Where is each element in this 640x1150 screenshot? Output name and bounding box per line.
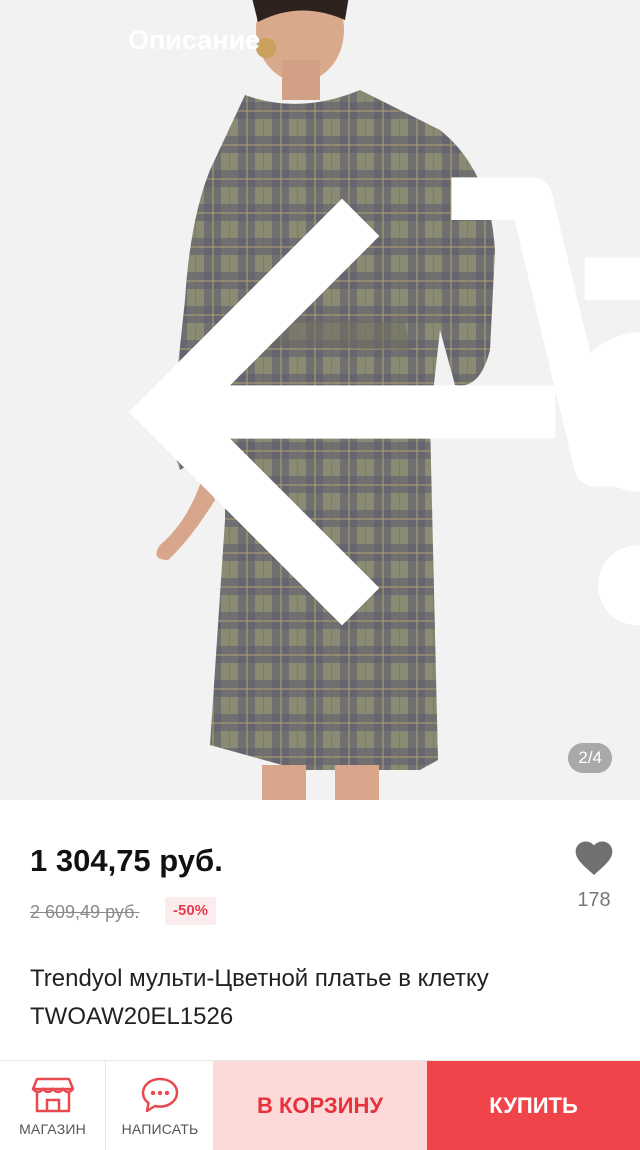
add-to-cart-button[interactable]: В КОРЗИНУ bbox=[213, 1061, 427, 1150]
product-image[interactable]: Описание 2/4 bbox=[0, 0, 640, 800]
store-label: МАГАЗИН bbox=[19, 1121, 86, 1137]
favorite-button[interactable] bbox=[572, 836, 616, 880]
top-app-bar: Описание bbox=[0, 0, 640, 626]
message-button[interactable]: НАПИСАТЬ bbox=[107, 1061, 213, 1150]
favorites-count: 178 bbox=[577, 889, 611, 911]
store-button[interactable]: МАГАЗИН bbox=[0, 1061, 106, 1150]
current-price: 1 304,75 руб. bbox=[30, 843, 223, 878]
product-title: Trendyol мульти-Цветной платье в клетку … bbox=[30, 965, 489, 1030]
chat-icon bbox=[141, 1077, 179, 1113]
more-vert-icon bbox=[570, 12, 640, 800]
image-counter: 2/4 bbox=[568, 743, 612, 773]
old-price: 2 609,49 руб. bbox=[30, 902, 140, 922]
message-label: НАПИСАТЬ bbox=[121, 1121, 199, 1137]
page-title: Описание bbox=[128, 25, 261, 55]
heart-icon bbox=[575, 841, 613, 876]
back-button[interactable] bbox=[22, 12, 556, 626]
store-icon bbox=[31, 1077, 74, 1113]
cart-button[interactable] bbox=[398, 12, 640, 626]
bottom-action-bar: МАГАЗИН НАПИСАТЬ В КОРЗИНУ КУПИТЬ bbox=[0, 1060, 640, 1150]
share-button[interactable] bbox=[484, 12, 640, 492]
discount-badge: -50% bbox=[165, 897, 217, 925]
buy-now-button[interactable]: КУПИТЬ bbox=[427, 1061, 640, 1150]
more-options-button[interactable] bbox=[570, 12, 626, 68]
